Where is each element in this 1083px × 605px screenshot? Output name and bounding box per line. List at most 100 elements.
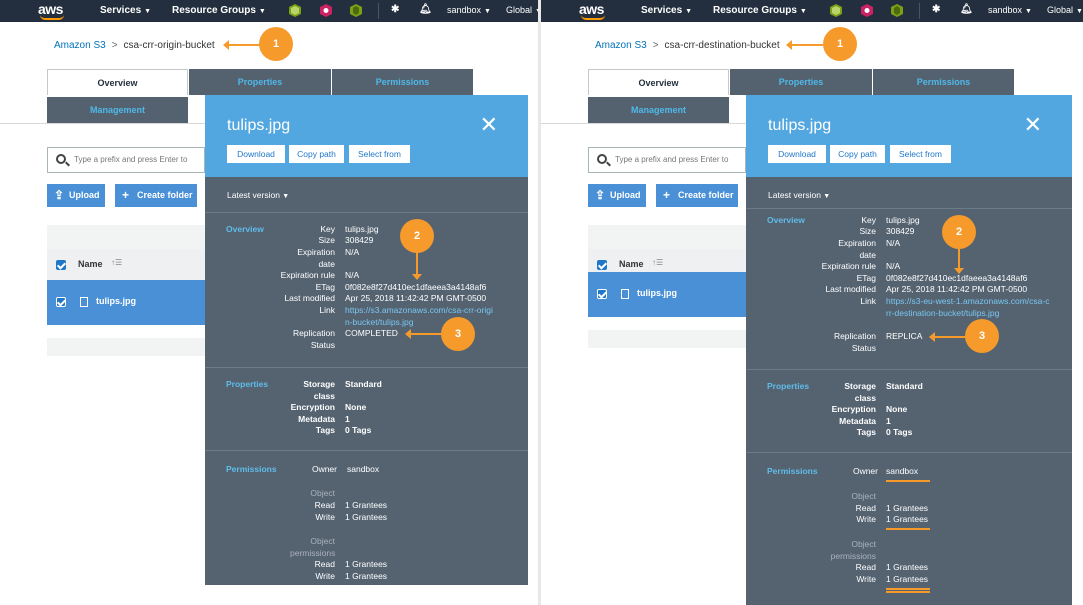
chevron-down-icon: ▼ xyxy=(484,8,491,15)
tabs-divider xyxy=(0,123,205,124)
tags-value[interactable]: 0 Tags xyxy=(345,425,371,437)
aws-logo[interactable]: aws xyxy=(38,1,68,21)
object-url-link[interactable]: https://s3-eu-west-1.amazonaws.com/csa-c… xyxy=(886,296,1051,319)
sort-icon[interactable]: ↑☰ xyxy=(652,258,663,267)
expiration-rule-value: N/A xyxy=(886,261,901,271)
close-icon[interactable]: ✕ xyxy=(1024,114,1042,136)
image-file-icon xyxy=(80,297,88,307)
chevron-down-icon: ▼ xyxy=(1076,8,1083,15)
upload-icon: ⇪ xyxy=(54,188,65,202)
sort-icon[interactable]: ↑☰ xyxy=(111,258,122,267)
tab-overview[interactable]: Overview xyxy=(47,69,188,95)
overview-section-title: Overview xyxy=(226,224,264,234)
leaf-icon[interactable] xyxy=(891,4,903,17)
perm-read-value[interactable]: 1 Grantees xyxy=(345,559,387,571)
replication-status-value: REPLICA xyxy=(886,331,923,341)
object-label: Object xyxy=(851,491,876,501)
panel-header: tulips.jpg ✕ Download Copy path Select f… xyxy=(746,95,1072,177)
breadcrumb-amazon-s3-link[interactable]: Amazon S3 xyxy=(595,40,647,51)
pin-icon[interactable]: ✱ xyxy=(932,4,940,15)
tags-value[interactable]: 0 Tags xyxy=(886,427,912,439)
metadata-value: 1 xyxy=(345,414,350,424)
bell-icon[interactable]: 🔔︎ xyxy=(419,4,432,15)
services-label: Services xyxy=(100,5,142,16)
prefix-search-input[interactable]: Type a prefix and press Enter to xyxy=(47,147,205,173)
expiration-rule-label: Expiration rule xyxy=(821,261,876,271)
tab-properties[interactable]: Properties xyxy=(189,69,331,95)
table-row[interactable]: tulips.jpg xyxy=(588,272,748,317)
row-checkbox[interactable] xyxy=(597,289,607,299)
aws-logo[interactable]: aws xyxy=(579,1,609,21)
object-name[interactable]: tulips.jpg xyxy=(637,288,677,298)
object-write-label: Write xyxy=(856,514,876,524)
select-from-button[interactable]: Select from xyxy=(349,145,410,163)
upload-button[interactable]: ⇪ Upload xyxy=(47,184,105,207)
select-from-button[interactable]: Select from xyxy=(890,145,951,163)
table-row[interactable]: tulips.jpg xyxy=(47,280,207,325)
close-icon[interactable]: ✕ xyxy=(480,114,498,136)
perm-read-label: Read xyxy=(314,559,335,569)
tab-permissions[interactable]: Permissions xyxy=(332,69,473,95)
tab-permissions[interactable]: Permissions xyxy=(873,69,1014,95)
services-menu[interactable]: Services ▼ xyxy=(100,5,151,16)
account-menu[interactable]: sandbox ▼ xyxy=(447,5,491,15)
tab-management[interactable]: Management xyxy=(588,97,729,123)
download-button[interactable]: Download xyxy=(768,145,826,163)
services-menu[interactable]: Services ▼ xyxy=(641,5,692,16)
annotation-underline xyxy=(886,591,930,593)
expiration-date-label: Expiration date xyxy=(297,247,335,269)
tab-overview[interactable]: Overview xyxy=(588,69,729,95)
cube-icon[interactable] xyxy=(830,4,842,17)
metadata-label: Metadata xyxy=(839,416,876,426)
annotation-arrow-2 xyxy=(412,253,422,280)
tab-properties[interactable]: Properties xyxy=(730,69,872,95)
object-name[interactable]: tulips.jpg xyxy=(96,296,136,306)
region-menu[interactable]: Global▼ xyxy=(506,5,538,15)
upload-button[interactable]: ⇪ Upload xyxy=(588,184,646,207)
version-dropdown[interactable]: Latest version ▼ xyxy=(227,190,289,200)
create-folder-button[interactable]: + Create folder xyxy=(115,184,197,207)
perm-read-value[interactable]: 1 Grantees xyxy=(886,562,928,574)
object-write-value[interactable]: 1 Grantees xyxy=(345,512,387,524)
region-menu[interactable]: Global▼ xyxy=(1047,5,1083,15)
version-dropdown[interactable]: Latest version ▼ xyxy=(768,190,830,200)
object-details-panel: tulips.jpg ✕ Download Copy path Select f… xyxy=(205,95,528,585)
cube-icon[interactable] xyxy=(289,4,301,17)
object-write-value[interactable]: 1 Grantees xyxy=(886,514,930,530)
download-button[interactable]: Download xyxy=(227,145,285,163)
tab-management[interactable]: Management xyxy=(47,97,188,123)
copy-path-button[interactable]: Copy path xyxy=(830,145,885,163)
name-column-header[interactable]: Name xyxy=(78,259,103,269)
leaf-icon[interactable] xyxy=(350,4,362,17)
object-read-value[interactable]: 1 Grantees xyxy=(345,500,387,512)
annotation-callout-2: 2 xyxy=(942,215,976,249)
breadcrumb-bucket-name: csa-crr-origin-bucket xyxy=(123,40,215,51)
annotation-arrow-1 xyxy=(223,40,260,50)
bell-icon[interactable]: 🔔︎ xyxy=(960,4,973,15)
tag-icon[interactable] xyxy=(320,4,332,17)
name-column-header[interactable]: Name xyxy=(619,259,644,269)
breadcrumb-amazon-s3-link[interactable]: Amazon S3 xyxy=(54,40,106,51)
perm-write-value[interactable]: 1 Grantees xyxy=(886,574,930,590)
select-all-checkbox[interactable] xyxy=(56,260,66,270)
account-menu[interactable]: sandbox ▼ xyxy=(988,5,1032,15)
prefix-search-input[interactable]: Type a prefix and press Enter to xyxy=(588,147,746,173)
select-all-checkbox[interactable] xyxy=(597,260,607,270)
resource-groups-menu[interactable]: Resource Groups ▼ xyxy=(172,5,266,16)
breadcrumb-bucket-name: csa-crr-destination-bucket xyxy=(664,40,780,51)
pin-icon[interactable]: ✱ xyxy=(391,4,399,15)
tag-icon[interactable] xyxy=(861,4,873,17)
row-checkbox[interactable] xyxy=(56,297,66,307)
annotation-arrow-2 xyxy=(954,249,964,274)
list-empty-row xyxy=(588,330,748,348)
resource-groups-menu[interactable]: Resource Groups ▼ xyxy=(713,5,807,16)
object-read-value[interactable]: 1 Grantees xyxy=(886,503,928,515)
image-file-icon xyxy=(621,289,629,299)
upload-label: Upload xyxy=(69,190,100,200)
perm-write-value[interactable]: 1 Grantees xyxy=(345,571,387,583)
create-folder-button[interactable]: + Create folder xyxy=(656,184,738,207)
copy-path-button[interactable]: Copy path xyxy=(289,145,344,163)
list-header-row: Name ↑☰ xyxy=(47,249,207,281)
encryption-label: Encryption xyxy=(290,402,335,412)
chevron-down-icon: ▼ xyxy=(685,8,693,15)
